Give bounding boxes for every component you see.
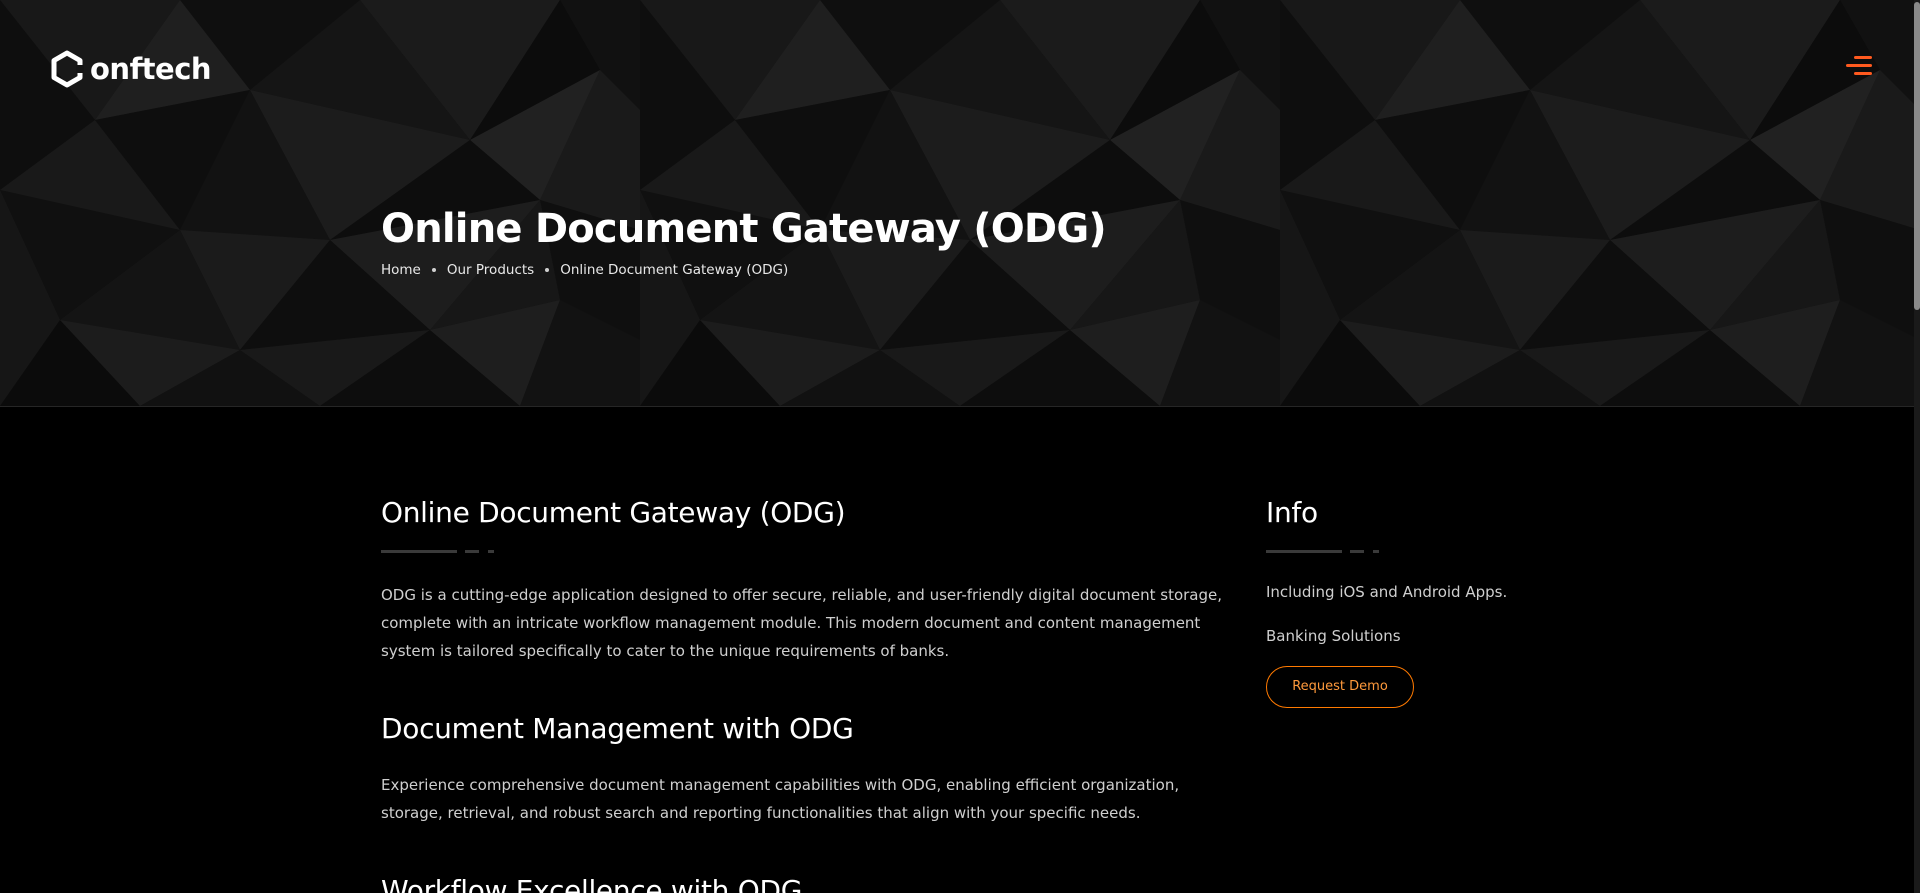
breadcrumb-separator-icon	[431, 268, 436, 272]
heading-divider	[381, 550, 1231, 553]
page: onftech Online Document Gateway (ODG) Ho…	[0, 0, 1920, 893]
page-scrollbar[interactable]	[1914, 0, 1920, 893]
request-demo-button[interactable]: Request Demo	[1266, 666, 1414, 708]
document-management-text: Experience comprehensive document manage…	[381, 776, 1180, 822]
document-management-heading: Document Management with ODG	[381, 712, 854, 745]
info-apps: Including iOS and Android Apps.	[1266, 583, 1508, 601]
product-heading: Online Document Gateway (ODG)	[381, 496, 846, 529]
logo-text: onftech	[90, 52, 212, 86]
product-content: Online Document Gateway (ODG) ODG is a c…	[381, 490, 1231, 893]
site-logo[interactable]: onftech	[50, 50, 212, 88]
scrollbar-thumb[interactable]	[1914, 2, 1920, 310]
product-intro: ODG is a cutting-edge application design…	[381, 586, 1223, 660]
info-divider	[1266, 550, 1566, 553]
breadcrumb-home-link[interactable]: Home	[381, 262, 421, 278]
info-category: Banking Solutions	[1266, 627, 1401, 645]
breadcrumb: Home Our Products Online Document Gatewa…	[381, 262, 788, 278]
workflow-heading: Workflow Excellence with ODG	[381, 874, 803, 893]
breadcrumb-current: Online Document Gateway (ODG)	[560, 262, 789, 278]
hexagon-logo-icon	[51, 50, 84, 88]
info-sidebar: Info Including iOS and Android Apps. Ban…	[1266, 490, 1566, 708]
hamburger-menu-icon[interactable]	[1846, 56, 1872, 78]
page-title: Online Document Gateway (ODG)	[381, 206, 1107, 252]
page-hero: onftech Online Document Gateway (ODG) Ho…	[0, 0, 1914, 407]
breadcrumb-products-link[interactable]: Our Products	[447, 262, 534, 278]
info-heading: Info	[1266, 496, 1318, 529]
breadcrumb-separator-icon	[545, 268, 550, 272]
